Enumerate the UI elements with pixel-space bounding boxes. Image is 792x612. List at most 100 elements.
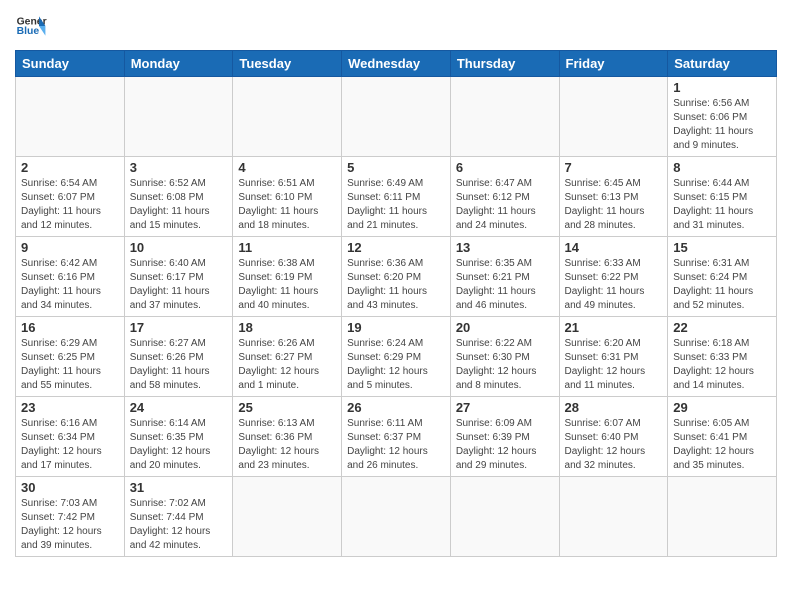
calendar-cell: 7 Sunrise: 6:45 AM Sunset: 6:13 PM Daylig…	[559, 157, 668, 237]
calendar-cell: 19 Sunrise: 6:24 AM Sunset: 6:29 PM Dayli…	[342, 317, 451, 397]
day-number: 9	[21, 240, 119, 255]
day-info: Sunrise: 6:31 AM Sunset: 6:24 PM Dayligh…	[673, 257, 771, 313]
day-number: 3	[130, 160, 228, 175]
calendar-cell: 25 Sunrise: 6:13 AM Sunset: 6:36 PM Dayli…	[233, 397, 342, 477]
day-info: Sunrise: 6:07 AM Sunset: 6:40 PM Dayligh…	[565, 417, 663, 473]
day-header-sunday: Sunday	[16, 51, 125, 77]
day-number: 5	[347, 160, 445, 175]
day-number: 16	[21, 320, 119, 335]
day-number: 23	[21, 400, 119, 415]
header: General Blue	[15, 10, 777, 42]
day-number: 22	[673, 320, 771, 335]
day-header-saturday: Saturday	[668, 51, 777, 77]
day-info: Sunrise: 7:03 AM Sunset: 7:42 PM Dayligh…	[21, 497, 119, 553]
calendar-cell: 21Sunrise: 6:20 AM Sunset: 6:31 PM Dayli…	[559, 317, 668, 397]
day-info: Sunrise: 6:44 AM Sunset: 6:15 PM Dayligh…	[673, 177, 771, 233]
day-number: 26	[347, 400, 445, 415]
day-number: 30	[21, 480, 119, 495]
calendar-cell: 3 Sunrise: 6:52 AM Sunset: 6:08 PM Daylig…	[124, 157, 233, 237]
calendar-cell: 28 Sunrise: 6:07 AM Sunset: 6:40 PM Dayli…	[559, 397, 668, 477]
day-header-wednesday: Wednesday	[342, 51, 451, 77]
day-number: 7	[565, 160, 663, 175]
calendar-week-2: 2Sunrise: 6:54 AM Sunset: 6:07 PM Daylig…	[16, 157, 777, 237]
calendar-cell	[668, 477, 777, 557]
day-info: Sunrise: 6:11 AM Sunset: 6:37 PM Dayligh…	[347, 417, 445, 473]
day-info: Sunrise: 6:27 AM Sunset: 6:26 PM Dayligh…	[130, 337, 228, 393]
day-info: Sunrise: 6:18 AM Sunset: 6:33 PM Dayligh…	[673, 337, 771, 393]
calendar-cell: 27 Sunrise: 6:09 AM Sunset: 6:39 PM Dayli…	[450, 397, 559, 477]
day-info: Sunrise: 6:56 AM Sunset: 6:06 PM Dayligh…	[673, 97, 771, 153]
day-info: Sunrise: 6:47 AM Sunset: 6:12 PM Dayligh…	[456, 177, 554, 233]
day-number: 25	[238, 400, 336, 415]
day-info: Sunrise: 6:09 AM Sunset: 6:39 PM Dayligh…	[456, 417, 554, 473]
day-info: Sunrise: 6:45 AM Sunset: 6:13 PM Dayligh…	[565, 177, 663, 233]
calendar-week-5: 23Sunrise: 6:16 AM Sunset: 6:34 PM Dayli…	[16, 397, 777, 477]
day-header-thursday: Thursday	[450, 51, 559, 77]
calendar-cell: 6 Sunrise: 6:47 AM Sunset: 6:12 PM Daylig…	[450, 157, 559, 237]
calendar-cell	[233, 77, 342, 157]
day-info: Sunrise: 6:24 AM Sunset: 6:29 PM Dayligh…	[347, 337, 445, 393]
calendar-week-3: 9 Sunrise: 6:42 AM Sunset: 6:16 PM Daylig…	[16, 237, 777, 317]
calendar-week-6: 30 Sunrise: 7:03 AM Sunset: 7:42 PM Dayli…	[16, 477, 777, 557]
day-number: 15	[673, 240, 771, 255]
calendar-cell: 8 Sunrise: 6:44 AM Sunset: 6:15 PM Daylig…	[668, 157, 777, 237]
day-number: 31	[130, 480, 228, 495]
day-info: Sunrise: 6:22 AM Sunset: 6:30 PM Dayligh…	[456, 337, 554, 393]
day-info: Sunrise: 6:36 AM Sunset: 6:20 PM Dayligh…	[347, 257, 445, 313]
day-number: 6	[456, 160, 554, 175]
calendar-cell	[342, 477, 451, 557]
day-number: 10	[130, 240, 228, 255]
calendar-cell	[16, 77, 125, 157]
calendar-cell: 22 Sunrise: 6:18 AM Sunset: 6:33 PM Dayli…	[668, 317, 777, 397]
day-info: Sunrise: 6:26 AM Sunset: 6:27 PM Dayligh…	[238, 337, 336, 393]
day-info: Sunrise: 6:35 AM Sunset: 6:21 PM Dayligh…	[456, 257, 554, 313]
day-info: Sunrise: 6:40 AM Sunset: 6:17 PM Dayligh…	[130, 257, 228, 313]
calendar-cell: 14Sunrise: 6:33 AM Sunset: 6:22 PM Dayli…	[559, 237, 668, 317]
day-number: 18	[238, 320, 336, 335]
day-header-monday: Monday	[124, 51, 233, 77]
logo: General Blue	[15, 10, 47, 42]
day-number: 11	[238, 240, 336, 255]
calendar-cell: 29Sunrise: 6:05 AM Sunset: 6:41 PM Dayli…	[668, 397, 777, 477]
day-number: 27	[456, 400, 554, 415]
day-number: 28	[565, 400, 663, 415]
calendar-cell: 17 Sunrise: 6:27 AM Sunset: 6:26 PM Dayli…	[124, 317, 233, 397]
calendar-cell: 1 Sunrise: 6:56 AM Sunset: 6:06 PM Daylig…	[668, 77, 777, 157]
svg-text:Blue: Blue	[17, 26, 40, 37]
calendar-cell	[233, 477, 342, 557]
day-number: 4	[238, 160, 336, 175]
calendar-cell: 10 Sunrise: 6:40 AM Sunset: 6:17 PM Dayli…	[124, 237, 233, 317]
day-info: Sunrise: 6:42 AM Sunset: 6:16 PM Dayligh…	[21, 257, 119, 313]
calendar-cell: 4 Sunrise: 6:51 AM Sunset: 6:10 PM Daylig…	[233, 157, 342, 237]
day-info: Sunrise: 6:13 AM Sunset: 6:36 PM Dayligh…	[238, 417, 336, 473]
calendar-cell: 2Sunrise: 6:54 AM Sunset: 6:07 PM Daylig…	[16, 157, 125, 237]
calendar-cell	[450, 77, 559, 157]
day-number: 19	[347, 320, 445, 335]
logo-icon: General Blue	[15, 10, 47, 42]
day-number: 8	[673, 160, 771, 175]
day-number: 17	[130, 320, 228, 335]
day-info: Sunrise: 6:38 AM Sunset: 6:19 PM Dayligh…	[238, 257, 336, 313]
calendar-week-1: 1 Sunrise: 6:56 AM Sunset: 6:06 PM Daylig…	[16, 77, 777, 157]
day-info: Sunrise: 6:51 AM Sunset: 6:10 PM Dayligh…	[238, 177, 336, 233]
day-number: 2	[21, 160, 119, 175]
day-info: Sunrise: 6:52 AM Sunset: 6:08 PM Dayligh…	[130, 177, 228, 233]
day-info: Sunrise: 6:05 AM Sunset: 6:41 PM Dayligh…	[673, 417, 771, 473]
day-number: 24	[130, 400, 228, 415]
day-header-friday: Friday	[559, 51, 668, 77]
calendar-cell: 16Sunrise: 6:29 AM Sunset: 6:25 PM Dayli…	[16, 317, 125, 397]
day-number: 13	[456, 240, 554, 255]
day-number: 12	[347, 240, 445, 255]
calendar-cell: 9 Sunrise: 6:42 AM Sunset: 6:16 PM Daylig…	[16, 237, 125, 317]
calendar-cell	[559, 477, 668, 557]
day-info: Sunrise: 6:20 AM Sunset: 6:31 PM Dayligh…	[565, 337, 663, 393]
calendar-cell	[559, 77, 668, 157]
calendar-cell: 15 Sunrise: 6:31 AM Sunset: 6:24 PM Dayli…	[668, 237, 777, 317]
day-info: Sunrise: 6:33 AM Sunset: 6:22 PM Dayligh…	[565, 257, 663, 313]
calendar-cell	[124, 77, 233, 157]
day-info: Sunrise: 6:14 AM Sunset: 6:35 PM Dayligh…	[130, 417, 228, 473]
page: General Blue SundayMondayTuesdayWednesda…	[0, 0, 792, 612]
day-number: 1	[673, 80, 771, 95]
calendar-cell: 12 Sunrise: 6:36 AM Sunset: 6:20 PM Dayli…	[342, 237, 451, 317]
calendar-cell: 26 Sunrise: 6:11 AM Sunset: 6:37 PM Dayli…	[342, 397, 451, 477]
